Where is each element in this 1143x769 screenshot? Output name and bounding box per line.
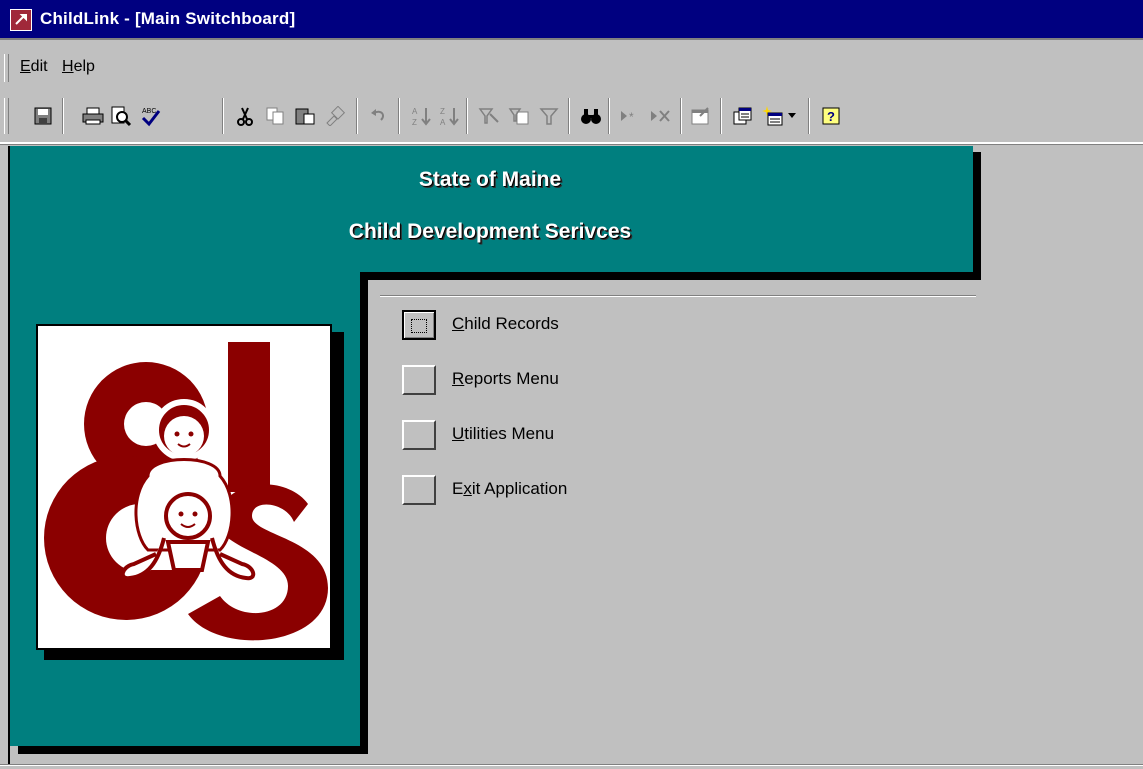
window-title: ChildLink - [Main Switchboard] (40, 9, 296, 28)
menubar-grip[interactable] (4, 54, 9, 82)
switchboard-rule (380, 295, 976, 297)
find-icon[interactable] (578, 102, 604, 130)
save-icon[interactable] (30, 102, 56, 130)
svg-text:*: * (629, 110, 634, 124)
access-key-icon[interactable] (10, 9, 32, 31)
reports-menu-button[interactable] (402, 365, 436, 395)
toolbar-divider (0, 142, 1143, 145)
cut-icon[interactable] (232, 102, 258, 130)
undo-icon[interactable] (366, 102, 392, 130)
new-object-icon[interactable] (760, 102, 786, 130)
toolbar-separator (466, 98, 468, 134)
properties-icon[interactable] (688, 102, 714, 130)
svg-text:ABC: ABC (142, 108, 156, 115)
svg-text:Z: Z (440, 107, 445, 116)
help-icon[interactable]: ? (818, 102, 844, 130)
svg-text:?: ? (827, 109, 835, 124)
cds-logo (36, 324, 332, 650)
status-divider (0, 764, 1143, 766)
toolbar-separator (398, 98, 400, 134)
exit-application-button[interactable] (402, 475, 436, 505)
heading-agency: Child Development Serivces (348, 220, 632, 243)
format-painter-icon[interactable] (322, 102, 348, 130)
svg-text:A: A (412, 107, 418, 116)
copy-icon[interactable] (262, 102, 288, 130)
toolbar-separator (720, 98, 722, 134)
apply-filter-icon[interactable] (536, 102, 562, 130)
filter-by-form-icon[interactable] (506, 102, 532, 130)
svg-text:Z: Z (412, 118, 417, 127)
toolbar: ABC AZ ZA * ? (0, 92, 1143, 142)
menu-bar: Edit Help (0, 50, 1143, 88)
sort-ascending-icon[interactable]: AZ (408, 102, 434, 130)
toolbar-separator (608, 98, 610, 134)
new-record-icon[interactable]: * (618, 102, 644, 130)
svg-text:A: A (440, 118, 446, 127)
database-window-icon[interactable] (730, 102, 756, 130)
print-preview-icon[interactable] (108, 102, 134, 130)
menu-edit[interactable]: Edit (20, 58, 48, 76)
paste-icon[interactable] (292, 102, 318, 130)
header-panel (10, 146, 973, 272)
child-records-label[interactable]: Child Records (452, 314, 559, 334)
heading-state: State of Maine (418, 168, 562, 191)
reports-menu-label[interactable]: Reports Menu (452, 369, 559, 389)
title-bar: ChildLink - [Main Switchboard] (0, 0, 1143, 40)
spelling-icon[interactable]: ABC (138, 102, 164, 130)
filter-by-selection-icon[interactable] (476, 102, 502, 130)
toolbar-separator (568, 98, 570, 134)
sort-descending-icon[interactable]: ZA (436, 102, 462, 130)
delete-record-icon[interactable] (648, 102, 674, 130)
toolbar-grip[interactable] (4, 98, 9, 134)
print-icon[interactable] (80, 102, 106, 130)
toolbar-separator (356, 98, 358, 134)
child-records-button[interactable] (402, 310, 436, 340)
utilities-menu-button[interactable] (402, 420, 436, 450)
exit-application-label[interactable]: Exit Application (452, 479, 567, 499)
toolbar-separator (222, 98, 224, 134)
toolbar-separator (62, 98, 64, 134)
chevron-down-icon[interactable] (786, 102, 798, 130)
menu-help[interactable]: Help (62, 58, 95, 76)
toolbar-separator (808, 98, 810, 134)
cds-logo-graphic (44, 342, 328, 641)
toolbar-separator (680, 98, 682, 134)
utilities-menu-label[interactable]: Utilities Menu (452, 424, 554, 444)
